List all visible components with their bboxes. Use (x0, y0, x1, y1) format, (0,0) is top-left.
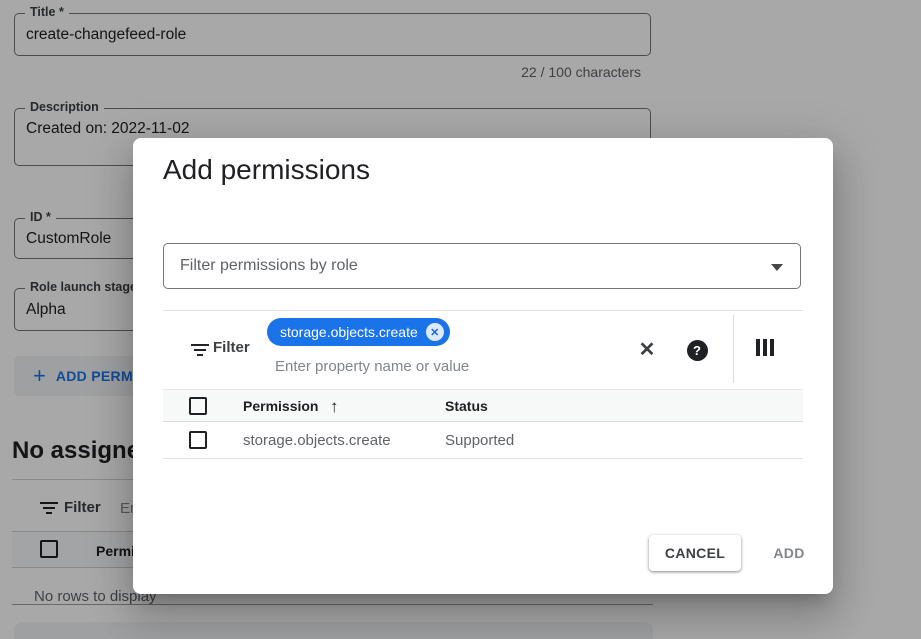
filter-help-button[interactable]: ? (685, 338, 709, 362)
close-icon: ✕ (639, 337, 656, 362)
permission-table-row[interactable]: storage.objects.create Supported (163, 422, 803, 459)
toolbar-vertical-divider (733, 315, 734, 383)
dialog-filter-label[interactable]: Filter (213, 339, 250, 356)
role-dropdown-placeholder: Filter permissions by role (180, 244, 358, 288)
add-permissions-dialog: Add permissions Filter permissions by ro… (133, 138, 833, 594)
cancel-button[interactable]: CANCEL (649, 535, 741, 571)
filter-chip-storage-objects-create[interactable]: storage.objects.create ✕ (267, 318, 450, 346)
add-button[interactable]: ADD (753, 535, 825, 571)
status-column-header[interactable]: Status (445, 390, 488, 423)
help-icon: ? (687, 340, 708, 361)
create-role-page: Title * create-changefeed-role 22 / 100 … (0, 0, 921, 639)
toolbar-top-divider (163, 310, 803, 311)
select-all-checkbox[interactable] (189, 397, 207, 415)
dialog-filter-input[interactable]: Enter property name or value (275, 358, 469, 375)
dialog-table-header: Permission ↑ Status (163, 389, 803, 422)
permission-column-header[interactable]: Permission (243, 390, 318, 423)
filter-permissions-by-role-dropdown[interactable]: Filter permissions by role (163, 243, 801, 289)
chip-remove-icon[interactable]: ✕ (426, 323, 444, 341)
column-display-options-icon[interactable] (756, 339, 774, 356)
clear-filters-button[interactable]: ✕ (635, 337, 659, 361)
sort-ascending-icon[interactable]: ↑ (330, 390, 339, 423)
filter-chip-label: storage.objects.create (280, 324, 418, 340)
chevron-down-icon (771, 264, 783, 271)
permission-cell: storage.objects.create (243, 432, 391, 449)
row-checkbox[interactable] (189, 431, 207, 449)
dialog-title: Add permissions (163, 154, 370, 186)
status-cell: Supported (445, 432, 514, 449)
filter-list-icon (191, 344, 209, 358)
